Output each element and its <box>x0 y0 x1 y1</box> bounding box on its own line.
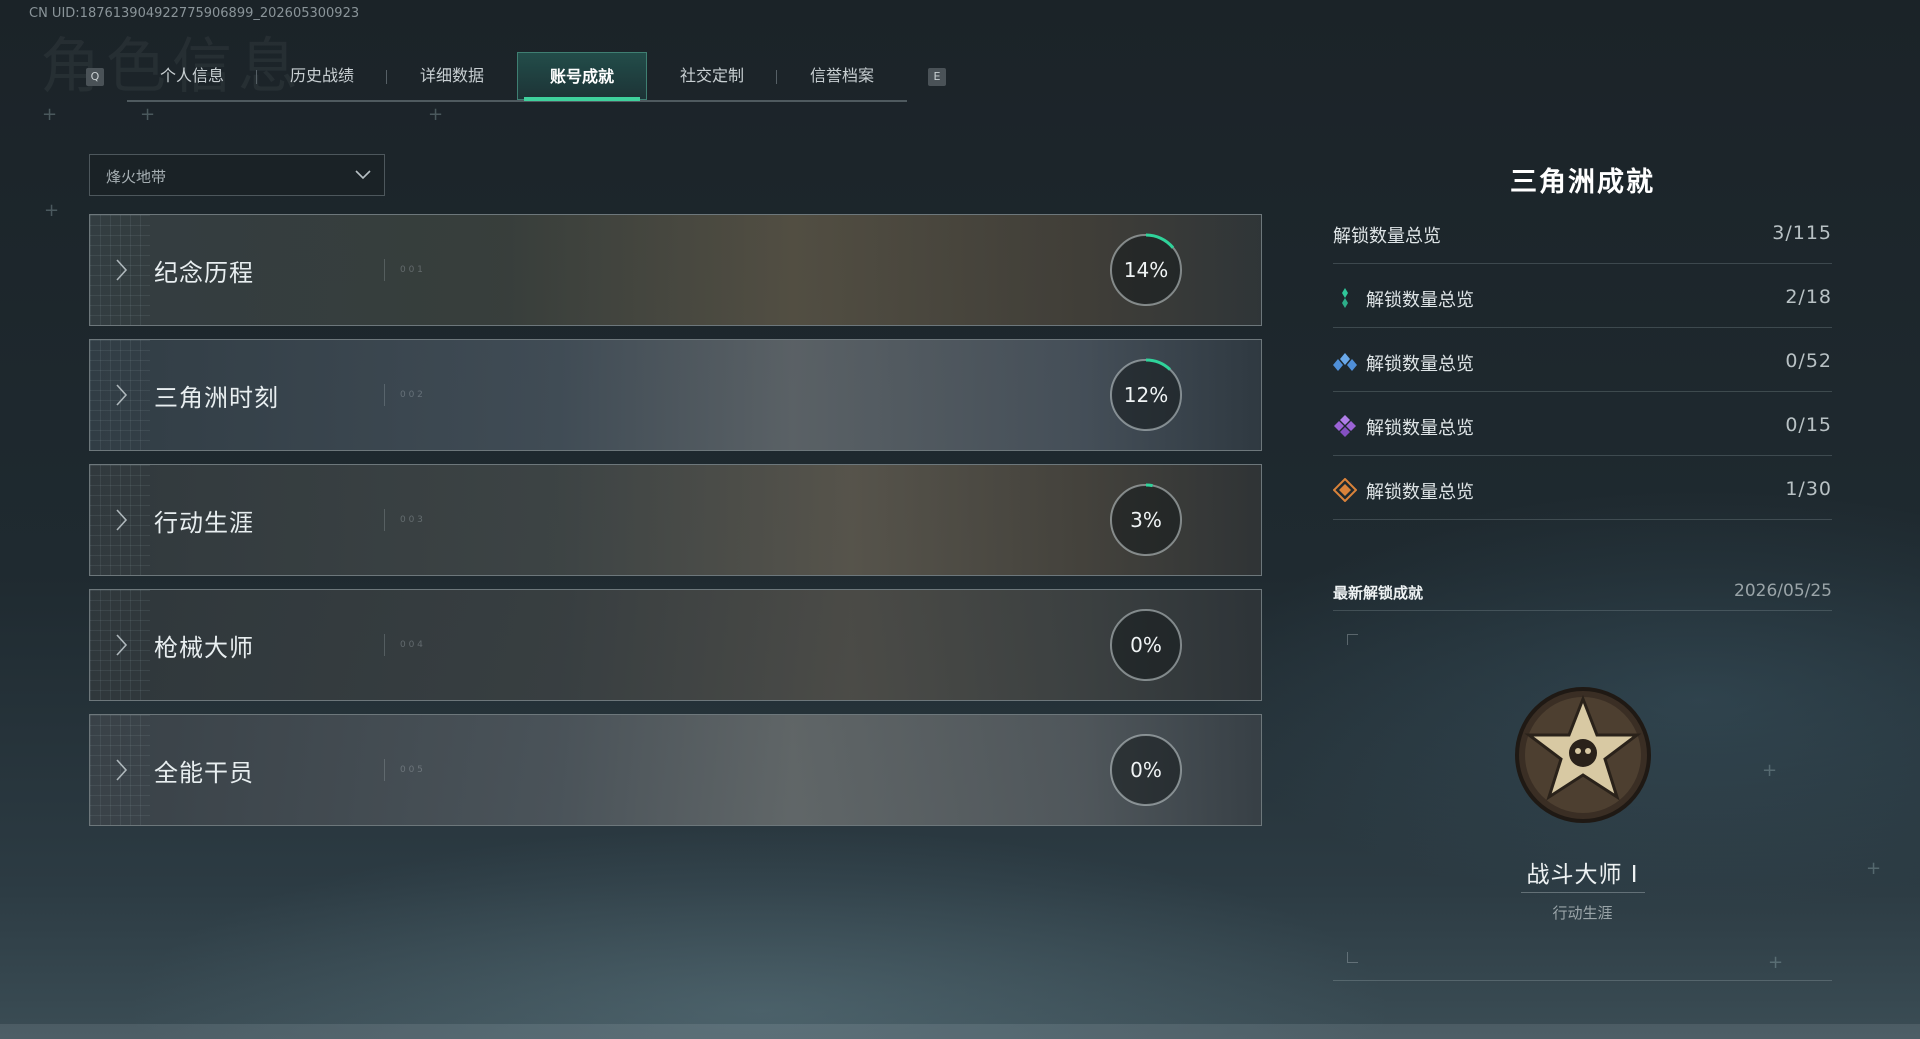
summary-total-value: 3/115 <box>1772 222 1832 244</box>
crosshair-deco-icon: + <box>428 104 444 125</box>
prev-tab-key[interactable]: Q <box>86 68 104 86</box>
progress-percent: 0% <box>1130 633 1162 657</box>
card-title: 纪念历程 <box>154 259 254 287</box>
tab-label: 信誉档案 <box>809 66 874 85</box>
card-code: 0 0 1 <box>400 265 423 275</box>
achievement-summary-panel: 三角洲成就 解锁数量总览 3/115 解锁数量总览 2/18 解锁数量总览 0/… <box>1333 150 1832 520</box>
recent-unlock-date: 2026/05/25 <box>1734 581 1832 601</box>
summary-title: 三角洲成就 <box>1510 167 1655 198</box>
progress-percent: 0% <box>1130 758 1162 782</box>
card-all-round-operator[interactable]: 全能干员 0 0 5 0% <box>89 714 1262 826</box>
achievement-category: 行动生涯 <box>1552 904 1613 922</box>
tab-match-history[interactable]: 历史战绩 <box>257 52 387 100</box>
progress-percent: 14% <box>1123 258 1169 282</box>
tier-value: 0/52 <box>1785 350 1832 372</box>
crosshair-deco-icon: + <box>140 104 156 125</box>
summary-total-label: 解锁数量总览 <box>1333 226 1441 247</box>
card-code: 0 0 3 <box>400 515 423 525</box>
card-title: 全能干员 <box>154 759 254 787</box>
frame-corner <box>1347 634 1358 645</box>
card-background <box>90 215 1261 325</box>
card-delta-moments[interactable]: 三角洲时刻 0 0 2 12% <box>89 339 1262 451</box>
tab-social-custom[interactable]: 社交定制 <box>647 52 777 100</box>
next-tab-key[interactable]: E <box>928 68 946 86</box>
tab-achievements[interactable]: 账号成就 <box>517 52 647 101</box>
card-title: 枪械大师 <box>154 634 254 662</box>
progress-percent: 12% <box>1123 383 1169 407</box>
purple-gem-icon <box>1334 415 1356 437</box>
bottom-bar <box>0 1024 1920 1039</box>
tier-label: 解锁数量总览 <box>1366 482 1474 503</box>
achievement-divider <box>1521 892 1645 893</box>
chevron-down-icon <box>355 170 371 180</box>
achievement-name: 战斗大师 I <box>1526 862 1639 888</box>
tier-value: 0/15 <box>1785 414 1832 436</box>
green-gem-icon <box>1342 288 1348 308</box>
tier-label: 解锁数量总览 <box>1366 290 1474 311</box>
card-code: 0 0 4 <box>400 640 423 650</box>
card-weapon-master[interactable]: 枪械大师 0 0 4 0% <box>89 589 1262 701</box>
tab-label: 社交定制 <box>679 66 744 85</box>
progress-percent: 3% <box>1130 508 1162 532</box>
tier-row-purple: 解锁数量总览 0/15 <box>1333 392 1832 456</box>
tab-list: 个人信息 历史战绩 详细数据 账号成就 社交定制 信誉档案 <box>127 52 907 102</box>
orange-gem-icon <box>1333 478 1357 502</box>
tier-row-blue: 解锁数量总览 0/52 <box>1333 328 1832 392</box>
tab-reputation[interactable]: 信誉档案 <box>777 52 907 100</box>
chevron-right-icon <box>116 509 128 531</box>
mode-dropdown[interactable]: 烽火地带 <box>89 154 385 196</box>
crosshair-deco-icon: + <box>44 200 60 221</box>
card-memorial[interactable]: 纪念历程 0 0 1 14% <box>89 214 1262 326</box>
tier-value: 1/30 <box>1785 478 1832 500</box>
recent-unlock-header: 最新解锁成就 2026/05/25 <box>1333 578 1832 611</box>
tab-detailed-data[interactable]: 详细数据 <box>387 52 517 100</box>
achievement-badge-icon <box>1515 687 1651 823</box>
crosshair-deco-icon: + <box>1866 858 1882 879</box>
tier-row-orange: 解锁数量总览 1/30 <box>1333 456 1832 520</box>
tier-row-green: 解锁数量总览 2/18 <box>1333 264 1832 328</box>
crosshair-deco-icon: + <box>42 104 58 125</box>
card-operation-career[interactable]: 行动生涯 0 0 3 3% <box>89 464 1262 576</box>
card-divider <box>384 634 385 656</box>
tier-value: 2/18 <box>1785 286 1832 308</box>
card-divider <box>384 509 385 531</box>
recent-achievement-card[interactable]: 战斗大师 I 行动生涯 <box>1333 630 1832 981</box>
card-code: 0 0 5 <box>400 765 423 775</box>
card-divider <box>384 259 385 281</box>
tab-label: 历史战绩 <box>289 66 354 85</box>
chevron-right-icon <box>116 759 128 781</box>
tier-label: 解锁数量总览 <box>1366 354 1474 375</box>
tab-label: 个人信息 <box>159 66 224 85</box>
tab-label: 详细数据 <box>419 66 484 85</box>
chevron-right-icon <box>116 634 128 656</box>
chevron-right-icon <box>116 384 128 406</box>
frame-corner <box>1347 952 1358 963</box>
mode-dropdown-value: 烽火地带 <box>106 168 167 186</box>
card-code: 0 0 2 <box>400 390 423 400</box>
tab-personal-info[interactable]: 个人信息 <box>127 52 257 100</box>
blue-gem-icon <box>1333 353 1357 371</box>
recent-unlock-label: 最新解锁成就 <box>1333 584 1424 602</box>
card-title: 行动生涯 <box>154 509 254 537</box>
card-background <box>90 465 1261 575</box>
card-divider <box>384 759 385 781</box>
card-background <box>90 590 1261 700</box>
summary-total-row: 解锁数量总览 3/115 <box>1333 200 1832 264</box>
card-divider <box>384 384 385 406</box>
chevron-right-icon <box>116 259 128 281</box>
card-background <box>90 715 1261 825</box>
tier-label: 解锁数量总览 <box>1366 418 1474 439</box>
tab-label: 账号成就 <box>549 67 614 86</box>
tab-bar: Q 个人信息 历史战绩 详细数据 账号成就 社交定制 信誉档案 E <box>86 52 946 102</box>
uid-label: CN UID:187613904922775906899_20260530092… <box>29 6 360 21</box>
card-title: 三角洲时刻 <box>154 384 279 412</box>
